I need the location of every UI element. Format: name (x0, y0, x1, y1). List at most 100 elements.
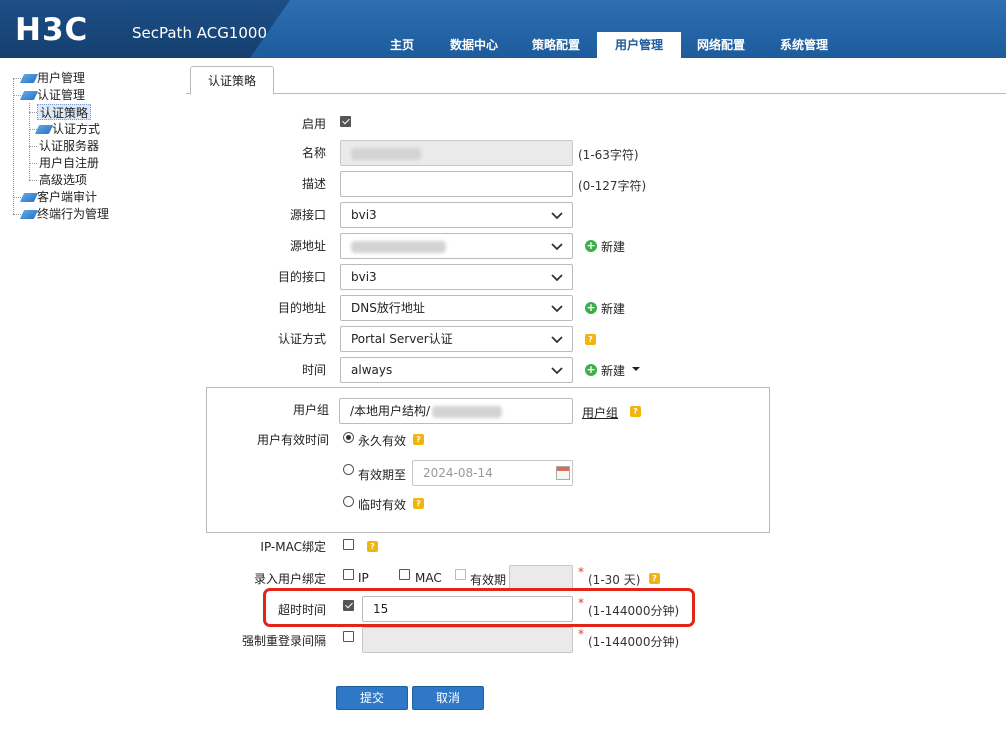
dst-addr-label: 目的地址 (277, 301, 326, 315)
chevron-down-icon (551, 305, 563, 313)
src-interface-select[interactable]: bvi3 (340, 202, 573, 228)
sidebar-item-auth-policy[interactable]: 认证策略 (37, 104, 92, 120)
sidebar-item-client-audit[interactable]: 客户端审计 (19, 189, 97, 205)
add-icon[interactable]: + (585, 240, 597, 252)
bind-days-hint: (1-30 天) (588, 573, 641, 587)
help-icon[interactable]: ? (630, 406, 641, 417)
cancel-button[interactable]: 取消 (412, 686, 484, 710)
src-addr-label: 源地址 (289, 239, 326, 253)
folder-icon (19, 210, 39, 219)
nav-tab-system[interactable]: 系统管理 (774, 32, 834, 58)
bind-mac-label: MAC (415, 571, 442, 585)
bind-ip-checkbox[interactable] (343, 569, 354, 580)
folder-icon (34, 125, 54, 134)
required-mark: * (578, 565, 584, 579)
chevron-down-icon (551, 336, 563, 344)
help-icon[interactable]: ? (585, 334, 596, 345)
until-radio[interactable] (343, 464, 354, 475)
submit-button[interactable]: 提交 (336, 686, 408, 710)
enable-checkbox[interactable] (340, 116, 351, 127)
bind-mac-checkbox[interactable] (399, 569, 410, 580)
until-date-input[interactable]: 2024-08-14 (412, 460, 573, 486)
nav-tab-user-management[interactable]: 用户管理 (597, 32, 681, 58)
user-group-label: 用户组 (292, 403, 329, 417)
enable-label: 启用 (301, 117, 326, 131)
nav-tab-network[interactable]: 网络配置 (691, 32, 751, 58)
tab-auth-policy[interactable]: 认证策略 (190, 66, 274, 95)
relogin-label: 强制重登录间隔 (241, 634, 326, 648)
src-addr-new-link[interactable]: 新建 (601, 238, 625, 255)
until-label: 有效期至 (358, 468, 407, 482)
sidebar-item-terminal-behavior[interactable]: 终端行为管理 (19, 206, 109, 222)
permanent-label: 永久有效 (358, 434, 407, 448)
product-name: SecPath ACG1000 (132, 24, 267, 42)
main-panel: 认证策略 启用 名称 (1-63字符) 描述 (0-127字符) 源接口 bvi… (186, 58, 1006, 745)
tree-line (29, 163, 37, 164)
nav-tab-data-center[interactable]: 数据中心 (444, 32, 504, 58)
temporary-label: 临时有效 (358, 498, 407, 512)
entry-bind-label: 录入用户绑定 (253, 572, 326, 586)
sidebar-tree: 用户管理 认证管理 认证策略 认证方式 认证服务器 用户自注册 高级选项 客户端… (0, 58, 186, 745)
description-input[interactable] (340, 171, 573, 197)
dst-interface-select[interactable]: bvi3 (340, 264, 573, 290)
app-header: H3C SecPath ACG1000 主页 数据中心 策略配置 用户管理 网络… (0, 0, 1006, 58)
nav-tab-home[interactable]: 主页 (378, 32, 426, 58)
timeout-highlight-box (263, 588, 695, 627)
src-if-label: 源接口 (289, 208, 326, 222)
validity-label: 用户有效时间 (256, 433, 329, 447)
help-icon[interactable]: ? (413, 498, 424, 509)
sidebar-item-self-register[interactable]: 用户自注册 (39, 155, 99, 171)
dst-if-label: 目的接口 (277, 270, 326, 284)
help-icon[interactable]: ? (649, 573, 660, 584)
chevron-down-icon (551, 243, 563, 251)
redacted-value (351, 240, 446, 253)
sidebar-item-auth-method[interactable]: 认证方式 (34, 121, 100, 137)
tree-line (29, 112, 37, 113)
auth-method-label: 认证方式 (277, 332, 326, 346)
help-icon[interactable]: ? (367, 541, 378, 552)
name-input[interactable] (340, 140, 573, 166)
chevron-down-icon (551, 274, 563, 282)
permanent-radio[interactable] (343, 432, 354, 443)
nav-tab-policy[interactable]: 策略配置 (526, 32, 586, 58)
sidebar-item-advanced[interactable]: 高级选项 (39, 172, 87, 188)
dst-addr-new-link[interactable]: 新建 (601, 300, 625, 317)
auth-method-select[interactable]: Portal Server认证 (340, 326, 573, 352)
help-icon[interactable]: ? (413, 434, 424, 445)
relogin-hint: (1-144000分钟) (588, 635, 680, 649)
tree-line (29, 146, 37, 147)
time-new-link[interactable]: 新建 (601, 362, 625, 379)
user-group-input[interactable]: /本地用户结构/ (339, 398, 573, 424)
dst-address-select[interactable]: DNS放行地址 (340, 295, 573, 321)
ipmac-checkbox[interactable] (343, 539, 354, 550)
desc-label: 描述 (301, 177, 326, 191)
add-icon[interactable]: + (585, 364, 597, 376)
folder-open-icon (19, 91, 39, 100)
chevron-down-icon (551, 367, 563, 375)
bind-validity-label: 有效期 (470, 573, 507, 587)
redacted-value (432, 405, 503, 418)
temporary-radio[interactable] (343, 496, 354, 507)
tab-bar: 认证策略 (186, 66, 1006, 95)
tree-line (29, 180, 37, 181)
user-group-link[interactable]: 用户组 (582, 404, 618, 421)
bind-validity-checkbox[interactable] (455, 569, 466, 580)
chevron-down-icon (551, 212, 563, 220)
tree-line (13, 78, 14, 214)
src-address-select[interactable] (340, 233, 573, 259)
sidebar-item-user-management[interactable]: 用户管理 (19, 70, 85, 86)
time-select[interactable]: always (340, 357, 573, 383)
sidebar-item-auth-server[interactable]: 认证服务器 (39, 138, 99, 154)
time-label: 时间 (301, 363, 326, 377)
relogin-input[interactable] (362, 627, 573, 653)
calendar-icon[interactable] (556, 466, 570, 480)
bind-ip-label: IP (358, 571, 369, 585)
relogin-checkbox[interactable] (343, 631, 354, 642)
folder-icon (19, 74, 39, 83)
caret-down-icon[interactable] (631, 365, 641, 373)
sidebar-item-auth-management[interactable]: 认证管理 (19, 87, 85, 103)
add-icon[interactable]: + (585, 302, 597, 314)
ipmac-label: IP-MAC绑定 (260, 540, 326, 554)
folder-icon (19, 193, 39, 202)
desc-hint: (0-127字符) (578, 179, 647, 193)
